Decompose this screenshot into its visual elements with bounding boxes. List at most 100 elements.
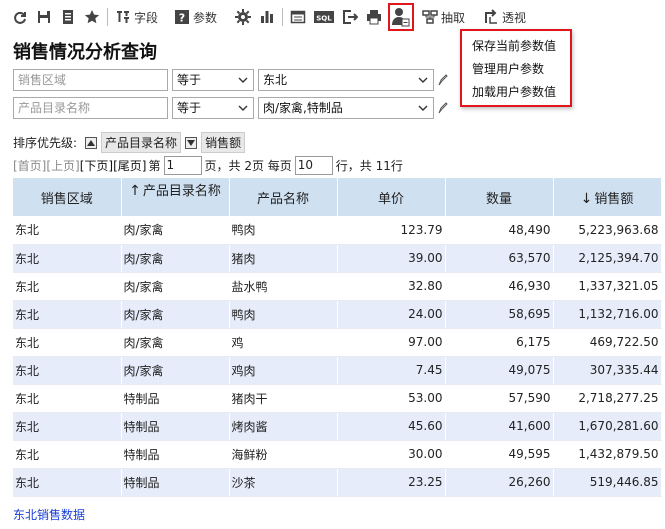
extract-button[interactable]: 抽取 — [418, 5, 469, 29]
sort-chip-label: 销售额 — [201, 132, 246, 153]
sql-icon[interactable]: SQL — [310, 5, 338, 29]
pivot-button[interactable]: 透视 — [479, 5, 530, 29]
sort-down-arrow-icon: ↓ — [580, 190, 593, 207]
table-cell: 特制品 — [121, 440, 230, 469]
field-button[interactable]: 字段 — [111, 5, 162, 29]
export-icon[interactable] — [338, 5, 362, 29]
extract-button-label: 抽取 — [441, 10, 466, 25]
column-header[interactable]: 单价 — [337, 178, 446, 216]
sort-chip-category[interactable]: 产品目录名称 — [85, 132, 182, 153]
table-cell: 57,590 — [445, 384, 554, 413]
pager-first[interactable]: [首页] — [13, 157, 46, 174]
pivot-button-label: 透视 — [502, 10, 527, 25]
favorite-star-icon[interactable] — [80, 5, 104, 29]
sort-up-arrow-icon: ↑ — [129, 183, 141, 199]
page-title: 销售情况分析查询 — [13, 42, 157, 63]
sort-priority-label: 排序优先级: — [13, 136, 78, 150]
filter-field-region[interactable]: 销售区域 — [13, 69, 168, 91]
table-cell: 肉/家禽 — [121, 272, 230, 301]
toolbar-divider — [282, 8, 284, 26]
table-row: 东北 肉/家禽 猪肉 39.00 63,570 2,125,394.70 — [13, 244, 662, 273]
settings-gear-icon[interactable] — [231, 5, 255, 29]
table-cell: 63,570 — [445, 244, 554, 273]
table-cell: 32.80 — [337, 272, 446, 301]
table-cell: 猪肉干 — [229, 384, 338, 413]
table-cell: 41,600 — [445, 412, 554, 441]
table-cell: 特制品 — [121, 384, 230, 413]
table-cell: 519,446.85 — [553, 468, 662, 497]
table-cell: 鸭肉 — [229, 216, 338, 245]
field-button-label: 字段 — [134, 10, 159, 25]
user-param-button[interactable] — [388, 3, 415, 31]
param-button[interactable]: ? 参数 — [170, 5, 221, 29]
filter-value-select[interactable]: 肉/家禽,特制品 — [258, 97, 434, 119]
table-header-row: 销售区域 ↑ 产品目录名称 产品名称 单价 数量 ↓ 销售额 — [13, 178, 662, 216]
table-cell: 特制品 — [121, 412, 230, 441]
pager-prev[interactable]: [上页] — [46, 157, 79, 174]
pager-last[interactable]: [尾页] — [113, 157, 146, 174]
pager-next[interactable]: [下页] — [80, 157, 113, 174]
save-icon[interactable] — [32, 5, 56, 29]
table-cell: 烤肉酱 — [229, 412, 338, 441]
table-cell: 东北 — [13, 244, 122, 273]
edit-pencil-icon[interactable] — [438, 102, 448, 114]
table-cell: 肉/家禽 — [121, 300, 230, 329]
table-cell: 53.00 — [337, 384, 446, 413]
column-header[interactable]: 销售区域 — [13, 178, 122, 216]
page-size-input[interactable]: 10 — [294, 156, 333, 175]
table-cell: 鸡 — [229, 328, 338, 357]
column-header[interactable]: 数量 — [445, 178, 554, 216]
table-cell: 39.00 — [337, 244, 446, 273]
menu-item-save-params[interactable]: 保存当前参数值 — [462, 35, 570, 58]
chevron-down-icon — [418, 77, 428, 83]
table-cell: 2,125,394.70 — [553, 244, 662, 273]
save-as-icon[interactable] — [56, 5, 80, 29]
pager: [首页] [上页] [下页] [尾页] 第 1 页，共 2页 每页 10 行，共… — [13, 156, 403, 175]
sort-priority: 排序优先级: 产品目录名称 销售额 — [13, 132, 246, 153]
filter-operator-value: 等于 — [177, 101, 202, 115]
menu-item-load-params[interactable]: 加载用户参数值 — [462, 81, 570, 104]
table-cell: 东北 — [13, 328, 122, 357]
table-cell: 盐水鸭 — [229, 272, 338, 301]
table-cell: 特制品 — [121, 468, 230, 497]
sort-desc-icon — [185, 136, 198, 149]
column-header[interactable]: ↓ 销售额 — [553, 178, 662, 216]
table-cell: 东北 — [13, 384, 122, 413]
footer-link[interactable]: 东北销售数据 — [13, 506, 85, 523]
filter-operator-select[interactable]: 等于 — [172, 69, 254, 91]
page-number-input[interactable]: 1 — [163, 156, 202, 175]
bar-chart-icon[interactable] — [255, 5, 279, 29]
filter-row-category: 产品目录名称 等于 肉/家禽,特制品 — [13, 97, 448, 119]
sort-asc-icon — [85, 136, 98, 149]
table-cell: 7.45 — [337, 356, 446, 385]
table-row: 东北 特制品 海鲜粉 30.00 49,595 1,432,879.50 — [13, 440, 662, 469]
print-icon[interactable] — [362, 5, 386, 29]
param-button-label: 参数 — [193, 10, 218, 25]
filter-field-category[interactable]: 产品目录名称 — [13, 97, 168, 119]
layout-icon[interactable] — [286, 5, 310, 29]
pager-page-mid: 页，共 2页 每页 — [204, 159, 292, 173]
filter-operator-select[interactable]: 等于 — [172, 97, 254, 119]
chevron-down-icon — [418, 105, 428, 111]
table-cell: 49,075 — [445, 356, 554, 385]
table-cell: 26,260 — [445, 468, 554, 497]
table-row: 东北 肉/家禽 盐水鸭 32.80 46,930 1,337,321.05 — [13, 272, 662, 301]
table-cell: 肉/家禽 — [121, 356, 230, 385]
data-table: 销售区域 ↑ 产品目录名称 产品名称 单价 数量 ↓ 销售额 东北 肉/家禽 鸭肉 123… — [13, 178, 662, 497]
table-cell: 东北 — [13, 412, 122, 441]
column-header[interactable]: ↑ 产品目录名称 — [121, 178, 230, 216]
column-header[interactable]: 产品名称 — [229, 178, 338, 216]
table-cell: 5,223,963.68 — [553, 216, 662, 245]
filter-value-text: 东北 — [263, 73, 288, 87]
table-cell: 48,490 — [445, 216, 554, 245]
sort-chip-sales[interactable]: 销售额 — [185, 132, 246, 153]
edit-pencil-icon[interactable] — [438, 74, 448, 86]
refresh-icon[interactable] — [8, 5, 32, 29]
pager-page-suffix: 行，共 11行 — [335, 159, 403, 173]
filter-value-select[interactable]: 东北 — [258, 69, 434, 91]
table-cell: 东北 — [13, 440, 122, 469]
table-cell: 鸭肉 — [229, 300, 338, 329]
table-cell: 猪肉 — [229, 244, 338, 273]
menu-item-manage-params[interactable]: 管理用户参数 — [462, 58, 570, 81]
svg-text:SQL: SQL — [316, 15, 332, 23]
